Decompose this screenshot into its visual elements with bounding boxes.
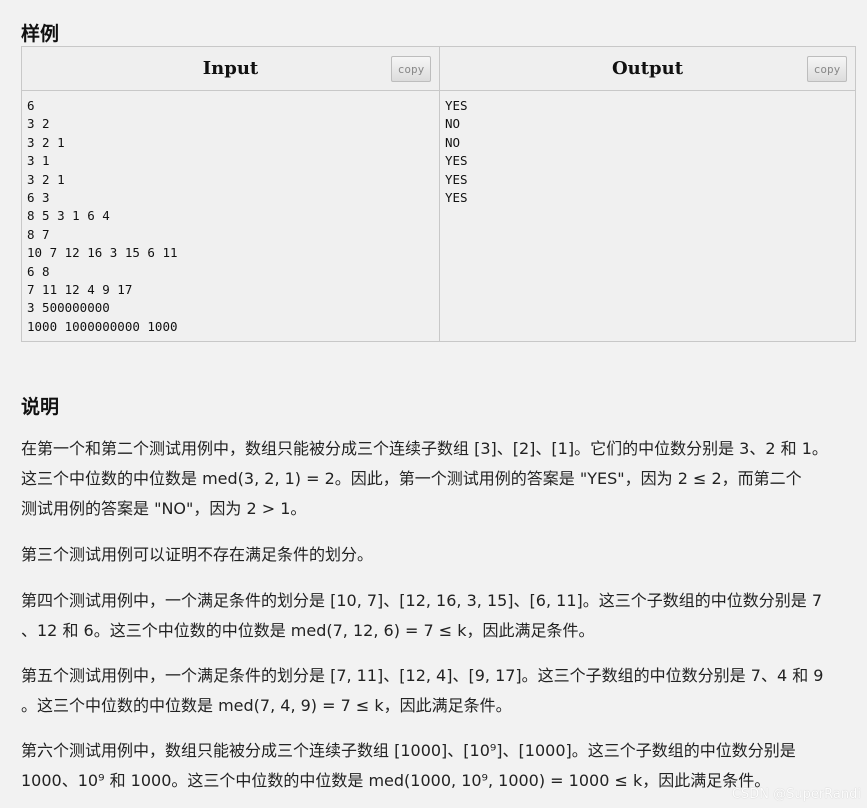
note-line: 。这三个中位数的中位数是 med(7, 4, 9) = 7 ≤ k，因此满足条件… bbox=[21, 696, 512, 715]
input-line: 6 8 bbox=[27, 263, 50, 279]
input-line: 3 2 1 bbox=[27, 134, 65, 150]
note-section-title: 说明 bbox=[21, 396, 60, 418]
watermark: CSDN @SuperRandi bbox=[731, 787, 861, 802]
note-line: 第四个测试用例中，一个满足条件的划分是 [10, 7]、[12, 16, 3, … bbox=[21, 591, 823, 610]
copy-output-button[interactable]: copy bbox=[807, 56, 847, 82]
note-paragraph: 第五个测试用例中，一个满足条件的划分是 [7, 11]、[12, 4]、[9, … bbox=[21, 661, 851, 721]
input-header: Input copy bbox=[22, 47, 439, 91]
output-line: NO bbox=[445, 116, 461, 132]
sample-section-title: 样例 bbox=[21, 23, 60, 45]
note-paragraph: 第六个测试用例中，数组只能被分成三个连续子数组 [1000]、[10⁹]、[10… bbox=[21, 736, 851, 796]
note-paragraph: 在第一个和第二个测试用例中，数组只能被分成三个连续子数组 [3]、[2]、[1]… bbox=[21, 434, 851, 524]
copy-input-button[interactable]: copy bbox=[391, 56, 431, 82]
output-header: Output copy bbox=[440, 47, 855, 91]
input-line: 10 7 12 16 3 15 6 11 bbox=[27, 245, 178, 261]
input-line: 3 500000000 bbox=[27, 300, 110, 316]
note-line: 第五个测试用例中，一个满足条件的划分是 [7, 11]、[12, 4]、[9, … bbox=[21, 666, 824, 685]
input-line: 8 5 3 1 6 4 bbox=[27, 208, 110, 224]
input-line: 3 2 bbox=[27, 116, 50, 132]
input-column: Input copy 6 3 2 3 2 1 3 1 3 2 1 6 3 8 5… bbox=[22, 47, 440, 341]
note-line: 在第一个和第二个测试用例中，数组只能被分成三个连续子数组 [3]、[2]、[1]… bbox=[21, 439, 828, 458]
note-line: 第三个测试用例可以证明不存在满足条件的划分。 bbox=[21, 545, 374, 564]
sample-table: Input copy 6 3 2 3 2 1 3 1 3 2 1 6 3 8 5… bbox=[21, 46, 856, 342]
input-header-label: Input bbox=[202, 58, 259, 79]
output-line: YES bbox=[445, 153, 468, 169]
input-line: 7 11 12 4 9 17 bbox=[27, 282, 133, 298]
note-line: 测试用例的答案是 "NO"，因为 2 > 1。 bbox=[21, 499, 307, 518]
note-line: 这三个中位数的中位数是 med(3, 2, 1) = 2。因此，第一个测试用例的… bbox=[21, 469, 802, 488]
output-line: YES bbox=[445, 171, 468, 187]
output-content: YES NO NO YES YES YES bbox=[440, 91, 855, 341]
output-line: NO bbox=[445, 134, 461, 150]
note-line: 、12 和 6。这三个中位数的中位数是 med(7, 12, 6) = 7 ≤ … bbox=[21, 621, 595, 640]
input-line: 3 2 1 bbox=[27, 171, 65, 187]
input-line: 6 3 bbox=[27, 190, 50, 206]
output-header-label: Output bbox=[611, 58, 684, 79]
note-line: 第六个测试用例中，数组只能被分成三个连续子数组 [1000]、[10⁹]、[10… bbox=[21, 741, 796, 760]
input-line: 1000 1000000000 1000 bbox=[27, 318, 178, 334]
note-line: 1000、10⁹ 和 1000。这三个中位数的中位数是 med(1000, 10… bbox=[21, 771, 771, 790]
input-line: 3 1 bbox=[27, 153, 50, 169]
note-paragraph: 第四个测试用例中，一个满足条件的划分是 [10, 7]、[12, 16, 3, … bbox=[21, 586, 851, 646]
output-column: Output copy YES NO NO YES YES YES bbox=[440, 47, 855, 341]
input-line: 8 7 bbox=[27, 226, 50, 242]
input-line: 6 bbox=[27, 98, 35, 113]
output-line: YES bbox=[445, 190, 468, 206]
output-line: YES bbox=[445, 98, 468, 113]
input-content: 6 3 2 3 2 1 3 1 3 2 1 6 3 8 5 3 1 6 4 8 … bbox=[22, 91, 439, 341]
note-paragraph: 第三个测试用例可以证明不存在满足条件的划分。 bbox=[21, 540, 851, 570]
